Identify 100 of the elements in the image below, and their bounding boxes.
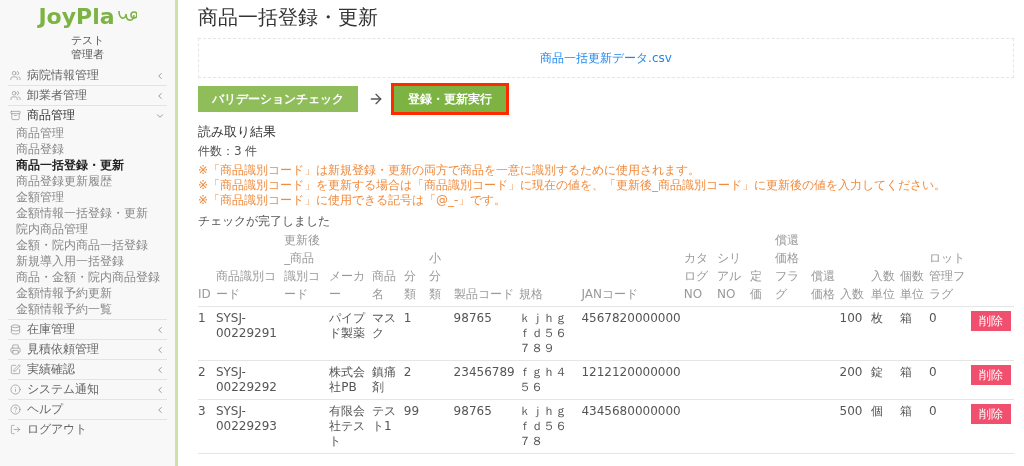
column-header: 商品名 xyxy=(372,269,397,301)
table-cell: ｋｊｈｇｆｄ５６７８９ xyxy=(519,311,568,355)
menu-item[interactable]: 商品管理 xyxy=(8,106,167,125)
logout-icon xyxy=(10,424,21,435)
column-header: カタログNO xyxy=(683,251,708,301)
submenu-item[interactable]: 商品登録更新履歴 xyxy=(16,173,112,189)
submenu-item[interactable]: 商品・金額・院内商品登録 xyxy=(16,269,160,285)
column-header: 更新後_商品識別コード xyxy=(284,233,321,301)
table-cell: 0 xyxy=(929,404,937,418)
info-icon xyxy=(10,384,21,395)
note-text: ※「商品識別コード」に使用できる記号は「@_-」です。 xyxy=(198,193,507,208)
delete-button[interactable]: 削除 xyxy=(971,404,1011,424)
table-cell: 錠 xyxy=(871,365,884,379)
table-cell: 個 xyxy=(871,404,884,418)
table-cell: ｆｇｈ４５６ xyxy=(519,365,568,394)
submenu-item[interactable]: 金額情報予約更新 xyxy=(16,285,112,301)
delete-button[interactable]: 削除 xyxy=(971,365,1011,385)
column-header: ID xyxy=(198,287,211,301)
table-cell: SYSJ-00229291 xyxy=(215,311,277,340)
table-cell: 2 xyxy=(198,365,206,379)
column-header: 小分類 xyxy=(429,251,442,301)
file-drop-area[interactable]: 商品一括更新データ.csv xyxy=(198,38,1014,78)
submenu-item[interactable]: 金額管理 xyxy=(16,189,64,205)
submenu-item[interactable]: 商品登録 xyxy=(16,141,64,157)
column-header: 入数単位 xyxy=(871,269,896,301)
column-header: 入数 xyxy=(839,287,864,301)
box-icon xyxy=(10,110,21,121)
section-heading: 読み取り結果 xyxy=(198,124,277,140)
delete-button[interactable]: 削除 xyxy=(971,311,1011,331)
column-header: 償還価格フラグ xyxy=(774,233,799,301)
status-message: チェックが完了しました xyxy=(198,214,330,229)
user-role: 管理者 xyxy=(71,48,104,62)
submenu-item[interactable]: 金額情報一括登録・更新 xyxy=(16,205,148,221)
note-text: ※「商品識別コード」を更新する場合は「商品識別コード」に現在の値を、「更新後_商品識別コード」に更新後の値を入力してください。 xyxy=(198,178,947,193)
table-cell: SYSJ-00229293 xyxy=(215,404,277,433)
table-cell: 100 xyxy=(839,311,863,325)
table-cell: 有限会社テスト xyxy=(329,404,366,448)
submenu-item[interactable]: 金額・院内商品一括登録 xyxy=(16,237,148,253)
table-cell: 99 xyxy=(403,404,420,418)
table-cell: 0 xyxy=(929,365,937,379)
menu-item[interactable]: 見積依頼管理 xyxy=(8,340,167,359)
action-button[interactable]: バリデーションチェック xyxy=(198,86,358,112)
column-header: 償還価格 xyxy=(810,269,835,301)
column-header: 個数単位 xyxy=(900,269,925,301)
table-cell: パイプド製薬 xyxy=(329,311,366,340)
logout-item[interactable]: ログアウト xyxy=(8,420,167,439)
menu-item[interactable]: 卸業者管理 xyxy=(8,86,167,105)
column-header: ロット管理フラグ xyxy=(929,251,966,301)
table-cell: 1 xyxy=(403,311,412,325)
table-cell: 1212120000000 xyxy=(581,365,681,379)
table-cell: 株式会社PB xyxy=(329,365,366,394)
people-icon xyxy=(10,70,21,81)
table-cell: ｋｊｈｇｆｄ５６７８ xyxy=(519,404,568,448)
submenu-item[interactable]: 商品一括登録・更新 xyxy=(16,157,124,173)
table-cell: 0 xyxy=(929,311,937,325)
arrow-right-icon xyxy=(368,91,384,107)
action-button[interactable]: 登録・更新実行 xyxy=(394,86,506,112)
edit-icon xyxy=(10,364,21,375)
table-cell: 200 xyxy=(839,365,863,379)
table-cell: 箱 xyxy=(900,311,913,325)
menu-item[interactable]: 実績確認 xyxy=(8,360,167,379)
file-name-link[interactable]: 商品一括更新データ.csv xyxy=(540,50,672,66)
table-cell: SYSJ-00229292 xyxy=(215,365,277,394)
table-cell: テスト1 xyxy=(372,404,397,433)
table-cell: 23456789 xyxy=(453,365,515,379)
logo-text: JoyPla xyxy=(38,6,115,28)
table-cell: 98765 xyxy=(453,404,492,418)
table-cell: 500 xyxy=(839,404,863,418)
column-header: JANコード xyxy=(581,287,638,301)
menu-item[interactable]: ヘルプ xyxy=(8,400,167,419)
table-cell: 4567820000000 xyxy=(581,311,681,325)
table-cell: 箱 xyxy=(900,404,913,418)
column-header: 商品識別コード xyxy=(215,269,276,301)
record-count: 件数：3 件 xyxy=(198,144,258,159)
submenu-item[interactable]: 新規導入用一括登録 xyxy=(16,253,124,269)
menu-item[interactable]: 病院情報管理 xyxy=(8,66,167,85)
table-cell: 箱 xyxy=(900,365,913,379)
people-icon xyxy=(10,90,21,101)
menu-item[interactable]: 在庫管理 xyxy=(8,320,167,339)
database-icon xyxy=(10,324,21,335)
table-cell: 2 xyxy=(403,365,412,379)
note-text: ※「商品識別コード」は新規登録・更新の両方で商品を一意に識別するために使用されます。 xyxy=(198,163,701,178)
table-cell: 枚 xyxy=(871,311,884,325)
table-cell: 98765 xyxy=(453,311,492,325)
user-name: テスト xyxy=(71,34,104,48)
column-header: メーカー xyxy=(329,269,366,301)
column-header: 分類 xyxy=(403,269,416,301)
menu-item[interactable]: システム通知 xyxy=(8,380,167,399)
table-cell: 3 xyxy=(198,404,206,418)
table-cell: 4345680000000 xyxy=(581,404,681,418)
submenu-item[interactable]: 金額情報予約一覧 xyxy=(16,301,112,317)
submenu-item[interactable]: 院内商品管理 xyxy=(16,221,88,237)
table-cell: マスク xyxy=(372,311,397,340)
column-header: 製品コード xyxy=(453,287,514,301)
column-header: 定価 xyxy=(750,269,763,301)
column-header: 規格 xyxy=(519,287,544,301)
page-title: 商品一括登録・更新 xyxy=(198,4,379,30)
submenu-item[interactable]: 商品管理 xyxy=(16,125,64,141)
table-cell: 1 xyxy=(198,311,206,325)
help-icon xyxy=(10,404,21,415)
